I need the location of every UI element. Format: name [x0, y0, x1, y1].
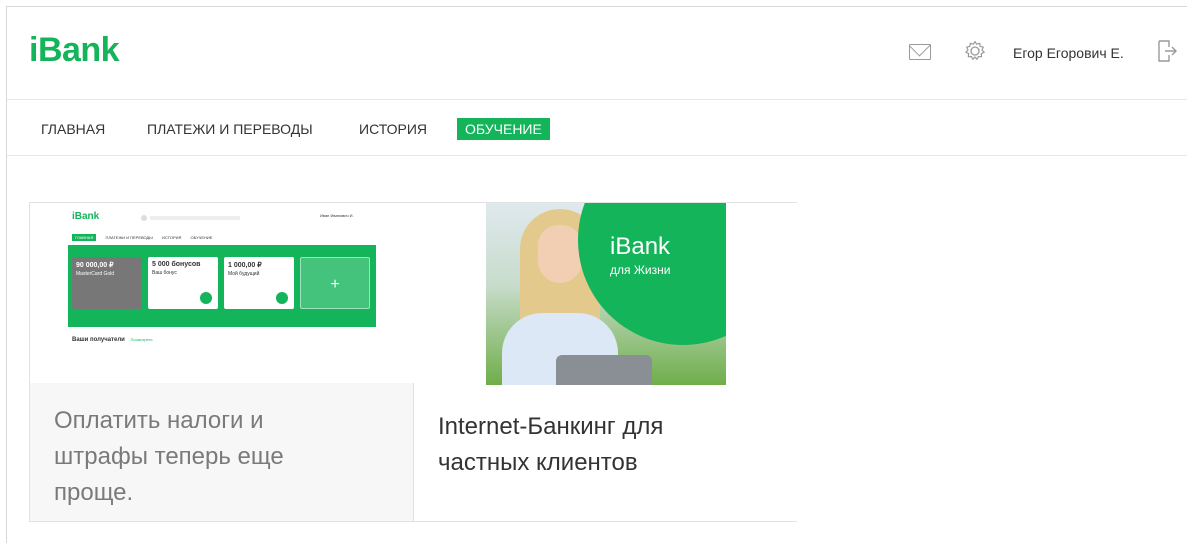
thumbnail-card-amount: 5 000 бонусов: [152, 261, 201, 268]
nav-training[interactable]: ОБУЧЕНИЕ: [457, 118, 550, 140]
main-nav: ГЛАВНАЯ ПЛАТЕЖИ И ПЕРЕВОДЫ ИСТОРИЯ ОБУЧЕ…: [7, 100, 1187, 156]
thumbnail-recipients-link: Посмотреть: [130, 337, 153, 342]
thumbnail-dashboard: 90 000,00 ₽ MasterCard Gold 5 000 бонусо…: [68, 245, 376, 327]
thumbnail-card: 1 000,00 ₽ Мой будущий: [224, 257, 294, 309]
logout-icon[interactable]: [1157, 39, 1177, 63]
thumbnail-recipients-label: Ваши получатели: [72, 337, 125, 343]
thumbnail-nav-item: ГЛАВНАЯ: [72, 234, 97, 241]
app-frame: iBank Егор Егорович Е. ГЛАВНАЯ ПЛАТЕЖИ И…: [6, 6, 1187, 543]
thumbnail-card-icon: [200, 292, 212, 304]
thumbnail-nav: ГЛАВНАЯ ПЛАТЕЖИ И ПЕРЕВОДЫ ИСТОРИЯ ОБУЧЕ…: [72, 234, 220, 241]
thumbnail-card-amount: 90 000,00 ₽: [76, 262, 114, 269]
thumbnail-card-amount: 1 000,00 ₽: [228, 262, 262, 269]
app-screenshot-thumbnail: iBank Иван Иванович И. ГЛАВНАЯ ПЛАТЕЖИ И…: [30, 203, 414, 383]
thumbnail-add-card-icon: +: [300, 257, 370, 309]
thumbnail-nav-item: ПЛАТЕЖИ И ПЕРЕВОДЫ: [105, 235, 153, 240]
thumbnail-card-label: Ваш бонус: [152, 270, 177, 276]
promo-title: iBank: [610, 233, 671, 260]
user-name[interactable]: Егор Егорович Е.: [1013, 45, 1124, 61]
promo-image: iBank для Жизни: [486, 203, 726, 385]
card-internet-banking-text: Internet-Банкинг для частных клиентов: [438, 413, 664, 476]
nav-payments[interactable]: ПЛАТЕЖИ И ПЕРЕВОДЫ: [139, 118, 321, 140]
header: iBank Егор Егорович Е.: [7, 7, 1187, 100]
thumbnail-card-icon: [276, 292, 288, 304]
thumbnail-nav-item: ОБУЧЕНИЕ: [190, 235, 213, 240]
gear-icon[interactable]: [964, 40, 986, 62]
nav-history[interactable]: ИСТОРИЯ: [351, 118, 435, 140]
card-internet-banking[interactable]: iBank для Жизни Internet-Банкинг для час…: [414, 203, 797, 521]
laptop-icon: [556, 355, 652, 385]
thumbnail-card-label: Мой будущий: [228, 271, 260, 277]
nav-home[interactable]: ГЛАВНАЯ: [33, 118, 113, 140]
mail-icon[interactable]: [909, 44, 931, 60]
promo-subtitle: для Жизни: [610, 263, 671, 277]
card-taxes[interactable]: iBank Иван Иванович И. ГЛАВНАЯ ПЛАТЕЖИ И…: [30, 203, 414, 521]
thumbnail-card: 90 000,00 ₽ MasterCard Gold: [72, 257, 142, 309]
training-cards: iBank Иван Иванович И. ГЛАВНАЯ ПЛАТЕЖИ И…: [29, 202, 797, 522]
thumbnail-header-line: [141, 215, 240, 221]
thumbnail-card: 5 000 бонусов Ваш бонус: [148, 257, 218, 309]
thumbnail-card-label: MasterCard Gold: [76, 271, 115, 277]
app-logo[interactable]: iBank: [29, 31, 120, 70]
thumbnail-user: Иван Иванович И.: [320, 213, 354, 218]
card-taxes-text: Оплатить налоги и штрафы теперь еще прощ…: [54, 407, 284, 506]
thumbnail-nav-item: ИСТОРИЯ: [161, 235, 182, 240]
thumbnail-logo: iBank: [72, 211, 100, 222]
woman-face-shape: [538, 225, 582, 283]
thumbnail-recipients: Ваши получатели Посмотреть: [72, 337, 153, 343]
